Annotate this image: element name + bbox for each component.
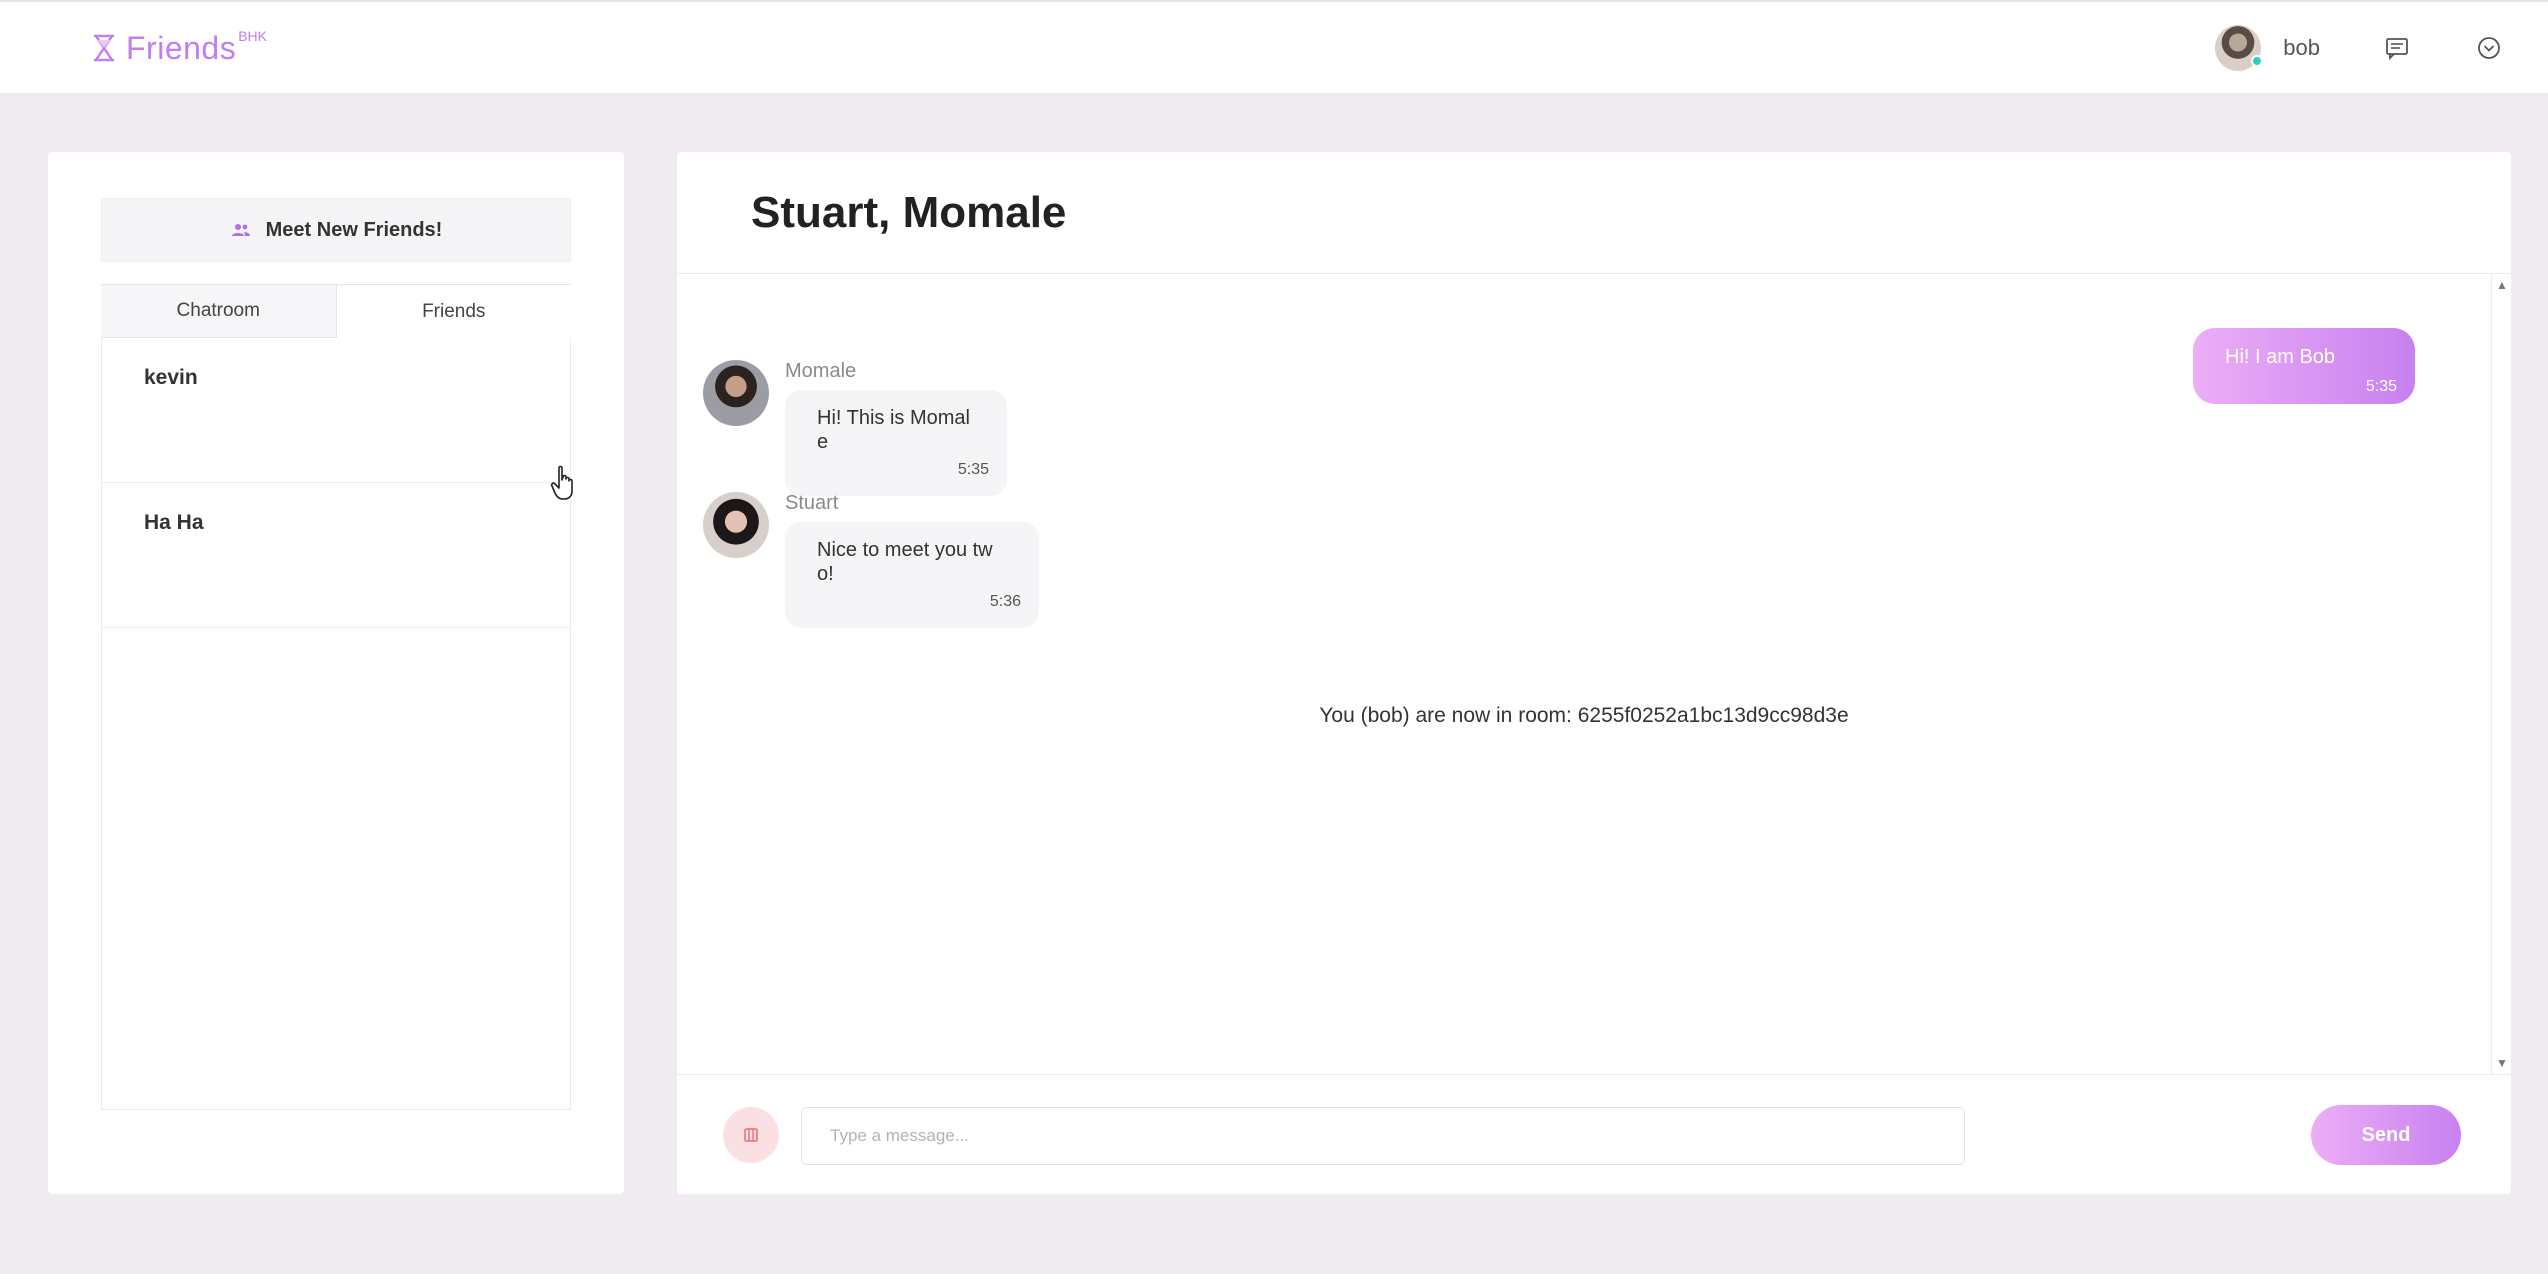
message-sender: Stuart <box>785 492 839 514</box>
meet-new-friends-button[interactable]: Meet New Friends! <box>101 198 571 262</box>
chat-icon[interactable] <box>2382 33 2412 63</box>
avatar[interactable] <box>703 492 769 558</box>
brand-logo[interactable]: Friends BHK <box>88 28 271 68</box>
hand-pointer-cursor-icon <box>550 465 573 500</box>
emoji-button[interactable] <box>723 1107 779 1163</box>
friend-list: kevin Ha Ha <box>101 338 571 1110</box>
dropdown-icon[interactable] <box>2474 33 2504 63</box>
message-time: 5:35 <box>2365 378 2397 395</box>
sidebar-tabs: Chatroom Friends <box>101 284 571 338</box>
tab-chatroom[interactable]: Chatroom <box>101 285 337 338</box>
message-text-line: Nice to meet you tw <box>817 539 993 561</box>
message-text-line: o! <box>817 563 834 585</box>
brand-name: Friends <box>126 29 237 66</box>
tab-friends[interactable]: Friends <box>336 285 571 338</box>
message-text-line: e <box>817 431 829 453</box>
send-button[interactable]: Send <box>2311 1105 2461 1165</box>
friend-item-kevin[interactable]: kevin <box>102 338 570 483</box>
message-list: Hi! I am Bob 5:35 Momale Hi! This is Mom… <box>677 274 2491 1074</box>
online-status-dot <box>2251 55 2264 67</box>
nav-right-group: bob <box>2215 22 2504 74</box>
sidebar: Meet New Friends! Chatroom Friends kevin… <box>48 152 624 1194</box>
message-time: 5:35 <box>957 461 989 478</box>
message-text-line: Hi! This is Momal <box>817 407 970 429</box>
nav-username[interactable]: bob <box>2283 35 2320 61</box>
message-input[interactable] <box>801 1107 1965 1165</box>
chat-header: Stuart, Momale <box>677 152 2511 274</box>
top-navbar: Friends BHK bob <box>0 0 2548 94</box>
system-message: You (bob) are now in room: 6255f0252a1bc… <box>1319 704 1849 727</box>
users-icon <box>231 224 250 236</box>
meet-new-friends-label: Meet New Friends! <box>265 218 443 241</box>
scroll-down-icon[interactable]: ▼ <box>2495 1056 2509 1070</box>
emoji-icon <box>744 1128 758 1142</box>
avatar[interactable] <box>703 360 769 426</box>
message-bubble: Nice to meet you tw o! 5:36 <box>785 522 1039 628</box>
message-text: Hi! I am Bob <box>2225 346 2336 368</box>
brand-superscript: BHK <box>238 28 267 44</box>
message-composer: Send <box>677 1074 2511 1194</box>
message-sender: Momale <box>785 360 857 382</box>
chat-title: Stuart, Momale <box>751 188 1067 237</box>
scroll-up-icon[interactable]: ▲ <box>2495 278 2509 292</box>
friend-item-ha-ha[interactable]: Ha Ha <box>102 483 570 628</box>
outgoing-message: Hi! I am Bob 5:35 <box>2193 328 2415 404</box>
chat-panel: Stuart, Momale Hi! I am Bob 5:35 Momale … <box>677 152 2511 1194</box>
hourglass-logo-icon <box>94 34 114 62</box>
user-avatar[interactable] <box>2215 25 2264 71</box>
message-time: 5:36 <box>989 593 1021 610</box>
message-bubble: Hi! This is Momal e 5:35 <box>785 390 1007 496</box>
message-scrollbar[interactable]: ▲ ▼ <box>2491 274 2511 1074</box>
